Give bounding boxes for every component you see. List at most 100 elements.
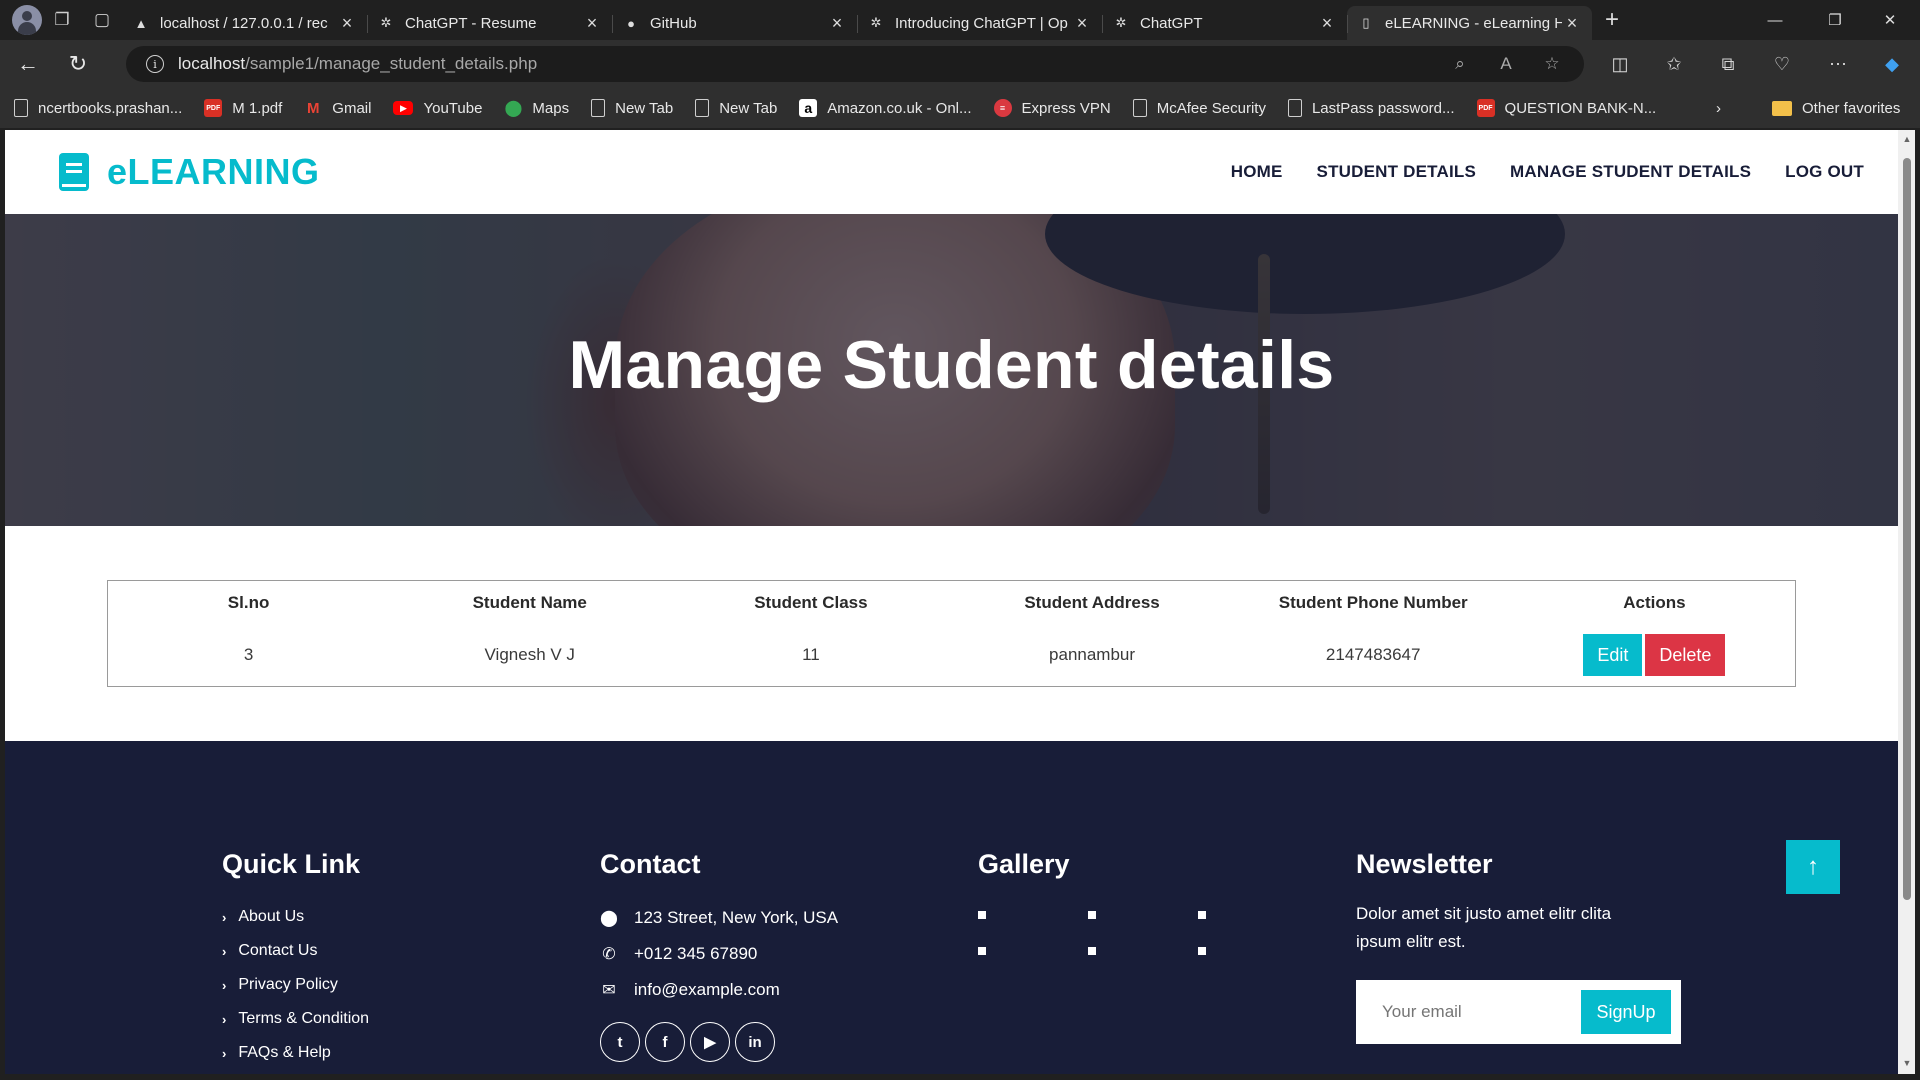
gallery-image[interactable] [1088, 947, 1096, 955]
close-tab-icon[interactable]: × [582, 13, 602, 34]
workspaces-icon[interactable]: ❐ [42, 0, 82, 40]
close-tab-icon[interactable]: × [337, 13, 357, 34]
footer-link-label: Contact Us [238, 942, 318, 959]
back-to-top-button[interactable]: ↑ [1786, 840, 1840, 894]
column-header: Actions [1623, 593, 1686, 612]
footer-link[interactable]: › Privacy Policy [222, 968, 369, 1002]
new-tab-button[interactable]: + [1592, 6, 1632, 34]
twitter-icon[interactable]: t [600, 1022, 640, 1062]
nav-student-details[interactable]: STUDENT DETAILS [1317, 162, 1476, 182]
bookmark-item[interactable]: New Tab [695, 99, 777, 117]
browser-tab[interactable]: ▲ localhost / 127.0.0.1 / rec × [122, 6, 367, 40]
bookmark-item[interactable]: LastPass password... [1287, 99, 1455, 117]
gallery-image[interactable] [978, 911, 986, 919]
bookmark-item[interactable]: PDF QUESTION BANK-N... [1476, 99, 1656, 117]
pdf-icon: PDF [1476, 99, 1495, 117]
browser-tab[interactable]: ✲ Introducing ChatGPT | Op × [857, 6, 1102, 40]
pdf-icon: PDF [204, 99, 223, 117]
close-tab-icon[interactable]: × [1317, 13, 1337, 34]
tab-title: GitHub [650, 14, 697, 32]
footer-link[interactable]: › Terms & Condition [222, 1002, 369, 1036]
vertical-tabs-icon[interactable]: ▢ [82, 0, 122, 40]
edit-button[interactable]: Edit [1583, 634, 1643, 676]
copilot-icon[interactable]: ◆ [1872, 44, 1912, 84]
bookmarks-bar: ncertbooks.prashan... PDF M 1.pdf M Gmail … [0, 88, 1920, 128]
split-screen-icon[interactable]: ◫ [1600, 44, 1640, 84]
youtube-icon[interactable]: ▶ [690, 1022, 730, 1062]
scrollbar-thumb[interactable] [1903, 158, 1911, 900]
bookmark-label: Gmail [332, 99, 372, 117]
bookmark-item[interactable]: M Gmail [304, 99, 371, 117]
footer-gallery: Gallery [978, 849, 1258, 999]
other-favorites-label: Other favorites [1802, 99, 1901, 117]
bookmarks-overflow-icon[interactable]: › [1716, 100, 1721, 117]
cell-name: Vignesh V J [484, 645, 575, 664]
tab-title: ChatGPT [1140, 14, 1203, 32]
bookmark-label: LastPass password... [1311, 99, 1455, 117]
bookmark-label: YouTube [423, 99, 483, 117]
student-table: Sl.no Student Name Student Class Student… [108, 581, 1795, 685]
footer-link[interactable]: › FAQs & Help [222, 1036, 369, 1070]
tab-title: localhost / 127.0.0.1 / rec [160, 14, 328, 32]
scroll-up-icon[interactable]: ▲ [1902, 134, 1912, 144]
page-scrollbar[interactable]: ▲ ▼ [1898, 130, 1915, 1074]
gallery-image[interactable] [978, 947, 986, 955]
contact-phone-text: +012 345 67890 [634, 944, 758, 963]
bookmark-label: M 1.pdf [232, 99, 283, 117]
close-window-icon[interactable]: ✕ [1860, 0, 1920, 40]
favorite-star-icon[interactable]: ☆ [1534, 46, 1570, 82]
browser-tab[interactable]: ✲ ChatGPT - Resume × [367, 6, 612, 40]
bookmark-item[interactable]: PDF M 1.pdf [204, 99, 282, 117]
more-menu-icon[interactable]: ⋯ [1818, 44, 1858, 84]
favorites-icon[interactable]: ✩ [1654, 44, 1694, 84]
minimize-icon[interactable]: — [1745, 0, 1805, 40]
profile-avatar[interactable] [12, 5, 42, 35]
scroll-down-icon[interactable]: ▼ [1902, 1058, 1912, 1068]
bookmark-item[interactable]: ncertbooks.prashan... [14, 99, 182, 117]
back-icon[interactable]: ← [6, 44, 50, 84]
chevron-right-icon: › [222, 1011, 227, 1027]
footer-heading: Contact [600, 849, 701, 879]
zoom-icon[interactable]: ⌕ [1442, 46, 1478, 82]
delete-button[interactable]: Delete [1645, 634, 1726, 676]
bookmark-item[interactable]: ▶ YouTube [393, 100, 482, 117]
refresh-icon[interactable]: ↻ [56, 44, 100, 84]
newsletter-email-input[interactable] [1356, 980, 1576, 1044]
close-tab-icon[interactable]: × [827, 13, 847, 34]
tab-title: Introducing ChatGPT | Op [895, 14, 1068, 32]
linkedin-icon[interactable]: in [735, 1022, 775, 1062]
bookmark-item[interactable]: New Tab [591, 99, 673, 117]
other-favorites[interactable]: Other favorites [1772, 100, 1900, 117]
browser-tab-active[interactable]: ▯ eLEARNING - eLearning H × [1347, 6, 1592, 40]
arrow-up-icon: ↑ [1807, 853, 1819, 880]
tab-title: eLEARNING - eLearning H [1385, 14, 1562, 32]
nav-log-out[interactable]: LOG OUT [1785, 162, 1864, 182]
browser-tab-bar: ❐ ▢ ▲ localhost / 127.0.0.1 / rec × ✲ Ch… [0, 0, 1920, 40]
close-tab-icon[interactable]: × [1562, 13, 1582, 34]
footer-link[interactable]: › Contact Us [222, 934, 369, 968]
collections-icon[interactable]: ⧉ [1708, 44, 1748, 84]
bookmark-item[interactable]: ⬤ Maps [504, 99, 569, 118]
gallery-image[interactable] [1088, 911, 1096, 919]
nav-home[interactable]: HOME [1231, 162, 1283, 182]
gallery-image[interactable] [1198, 947, 1206, 955]
browser-tab[interactable]: ● GitHub × [612, 6, 857, 40]
nav-manage-student-details[interactable]: MANAGE STUDENT DETAILS [1510, 162, 1751, 182]
newsletter-text: Dolor amet sit justo amet elitr clita ip… [1356, 904, 1612, 951]
site-logo[interactable]: eLEARNING [59, 151, 320, 193]
gallery-image[interactable] [1198, 911, 1206, 919]
bookmark-item[interactable]: a Amazon.co.uk - Onl... [799, 99, 972, 117]
bookmark-item[interactable]: McAfee Security [1132, 99, 1266, 117]
footer-link[interactable]: › About Us [222, 900, 369, 934]
browser-tab[interactable]: ✲ ChatGPT × [1102, 6, 1347, 40]
signup-button[interactable]: SignUp [1581, 990, 1671, 1034]
url-field[interactable]: i localhost/sample1/manage_student_detai… [126, 46, 1584, 82]
close-tab-icon[interactable]: × [1072, 13, 1092, 34]
restore-icon[interactable]: ❐ [1805, 0, 1865, 40]
openai-icon: ✲ [1115, 15, 1127, 30]
browser-essentials-icon[interactable]: ♡ [1762, 44, 1802, 84]
facebook-icon[interactable]: f [645, 1022, 685, 1062]
bookmark-item[interactable]: ≡ Express VPN [993, 99, 1111, 117]
read-aloud-icon[interactable]: A [1488, 46, 1524, 82]
site-info-icon[interactable]: i [146, 55, 164, 73]
